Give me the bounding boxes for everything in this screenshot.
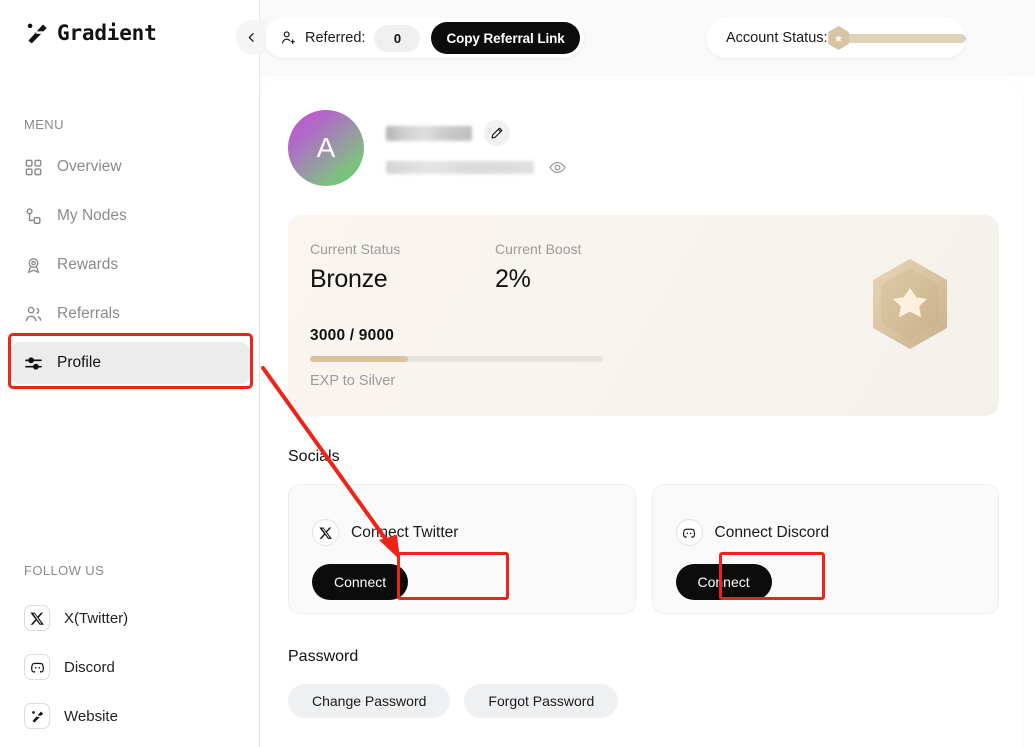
users-icon xyxy=(24,305,43,324)
sidebar-social-label: Discord xyxy=(64,658,115,676)
account-status-label: Account Status: xyxy=(726,30,828,46)
chevron-left-icon xyxy=(248,32,254,42)
connect-twitter-label: Connect Twitter xyxy=(351,523,459,541)
sidebar-social-discord[interactable]: Discord xyxy=(10,647,250,687)
bronze-hex-star-badge xyxy=(873,259,947,349)
exp-progress-fill xyxy=(310,356,408,362)
exp-amount: 3000 / 9000 xyxy=(310,327,395,344)
sidebar-item-label: Profile xyxy=(57,354,101,371)
current-boost-label: Current Boost xyxy=(495,241,582,257)
gradient-logo-icon xyxy=(24,20,50,46)
account-status-progress xyxy=(828,26,966,50)
main-content: Referred: 0 Copy Referral Link Account S… xyxy=(260,0,1035,747)
profile-content-card: A Current Status Bronze Current Boost 2%… xyxy=(260,80,1023,747)
tier-status-card: Current Status Bronze Current Boost 2% 3… xyxy=(288,215,999,416)
referred-count-badge: 0 xyxy=(374,24,421,52)
socials-cards: Connect Twitter Connect Connect Discord … xyxy=(288,484,999,614)
connect-discord-card: Connect Discord Connect xyxy=(651,484,999,614)
sidebar-item-label: Overview xyxy=(57,158,122,175)
star-hex-icon xyxy=(828,26,849,50)
sidebar-social-links: X(Twitter) Discord Website xyxy=(0,598,260,745)
award-icon xyxy=(24,256,43,275)
referred-pill: Referred: 0 Copy Referral Link xyxy=(264,18,584,58)
password-section-title: Password xyxy=(288,648,359,665)
email-row xyxy=(386,156,568,178)
referred-label: Referred: xyxy=(305,30,366,46)
reveal-email-button[interactable] xyxy=(546,156,568,178)
current-boost-value: 2% xyxy=(495,265,531,293)
sidebar-social-x-twitter[interactable]: X(Twitter) xyxy=(10,598,250,638)
connect-twitter-button[interactable]: Connect xyxy=(312,564,409,600)
x-twitter-icon xyxy=(312,519,339,546)
brand[interactable]: Gradient xyxy=(0,0,259,46)
user-plus-icon xyxy=(280,30,296,46)
current-status-col: Current Status Bronze xyxy=(310,241,495,294)
change-password-button[interactable]: Change Password xyxy=(288,684,451,718)
sliders-icon xyxy=(24,354,43,373)
sidebar: Gradient MENU Overview My Nodes Rewards … xyxy=(0,0,266,747)
account-status-pill: Account Status: xyxy=(706,18,966,58)
email-redacted xyxy=(386,160,534,174)
sidebar-item-label: Rewards xyxy=(57,256,119,273)
sidebar-social-label: Website xyxy=(64,707,118,725)
avatar: A xyxy=(288,110,364,186)
menu-section-label: MENU xyxy=(24,117,64,132)
current-boost-col: Current Boost 2% xyxy=(495,241,645,294)
current-status-label: Current Status xyxy=(310,241,401,257)
sidebar-item-rewards[interactable]: Rewards xyxy=(10,244,250,286)
username-redacted xyxy=(386,125,472,141)
follow-us-section-label: FOLLOW US xyxy=(24,563,105,578)
sidebar-item-label: Referrals xyxy=(57,305,120,322)
connect-discord-head: Connect Discord xyxy=(675,519,830,546)
sidebar-item-profile[interactable]: Profile xyxy=(10,342,250,384)
app-root: Gradient MENU Overview My Nodes Rewards … xyxy=(0,0,1035,747)
password-actions: Change Password Forgot Password xyxy=(288,684,619,718)
sidebar-nav: Overview My Nodes Rewards Referrals Prof… xyxy=(0,146,260,391)
connect-discord-label: Connect Discord xyxy=(714,523,830,541)
eye-icon xyxy=(548,161,566,173)
x-twitter-icon xyxy=(24,605,50,631)
exp-progress-track xyxy=(310,356,603,362)
avatar-initial: A xyxy=(316,132,336,163)
connect-twitter-head: Connect Twitter xyxy=(312,519,458,546)
sidebar-social-label: X(Twitter) xyxy=(64,609,129,627)
socials-section-title: Socials xyxy=(288,448,340,465)
sidebar-item-label: My Nodes xyxy=(57,207,127,224)
sidebar-item-referrals[interactable]: Referrals xyxy=(10,293,250,335)
pencil-icon xyxy=(491,127,503,139)
tier-stats: Current Status Bronze Current Boost 2% xyxy=(310,241,645,294)
sidebar-item-my-nodes[interactable]: My Nodes xyxy=(10,195,250,237)
copy-referral-link-button[interactable]: Copy Referral Link xyxy=(431,22,580,54)
sidebar-item-overview[interactable]: Overview xyxy=(10,146,250,188)
sidebar-social-website[interactable]: Website xyxy=(10,696,250,736)
grid-icon xyxy=(24,158,43,177)
discord-icon xyxy=(675,519,703,546)
exp-progress-block: 3000 / 9000 EXP to Silver xyxy=(310,327,603,389)
top-bar: Referred: 0 Copy Referral Link Account S… xyxy=(260,0,1035,76)
edit-username-button[interactable] xyxy=(484,120,510,146)
gradient-logo-icon xyxy=(24,703,50,729)
exp-caption: EXP to Silver xyxy=(310,373,396,389)
connect-discord-button[interactable]: Connect xyxy=(675,564,772,600)
identity-block xyxy=(386,118,568,178)
username-row xyxy=(386,120,568,146)
profile-header: A xyxy=(288,110,568,186)
current-status-value: Bronze xyxy=(310,265,388,293)
brand-name: Gradient xyxy=(57,21,157,45)
connect-twitter-card: Connect Twitter Connect xyxy=(288,484,636,614)
discord-icon xyxy=(24,654,50,680)
nodes-icon xyxy=(24,207,43,226)
sidebar-collapse-button[interactable] xyxy=(236,20,266,54)
forgot-password-button[interactable]: Forgot Password xyxy=(464,684,619,718)
